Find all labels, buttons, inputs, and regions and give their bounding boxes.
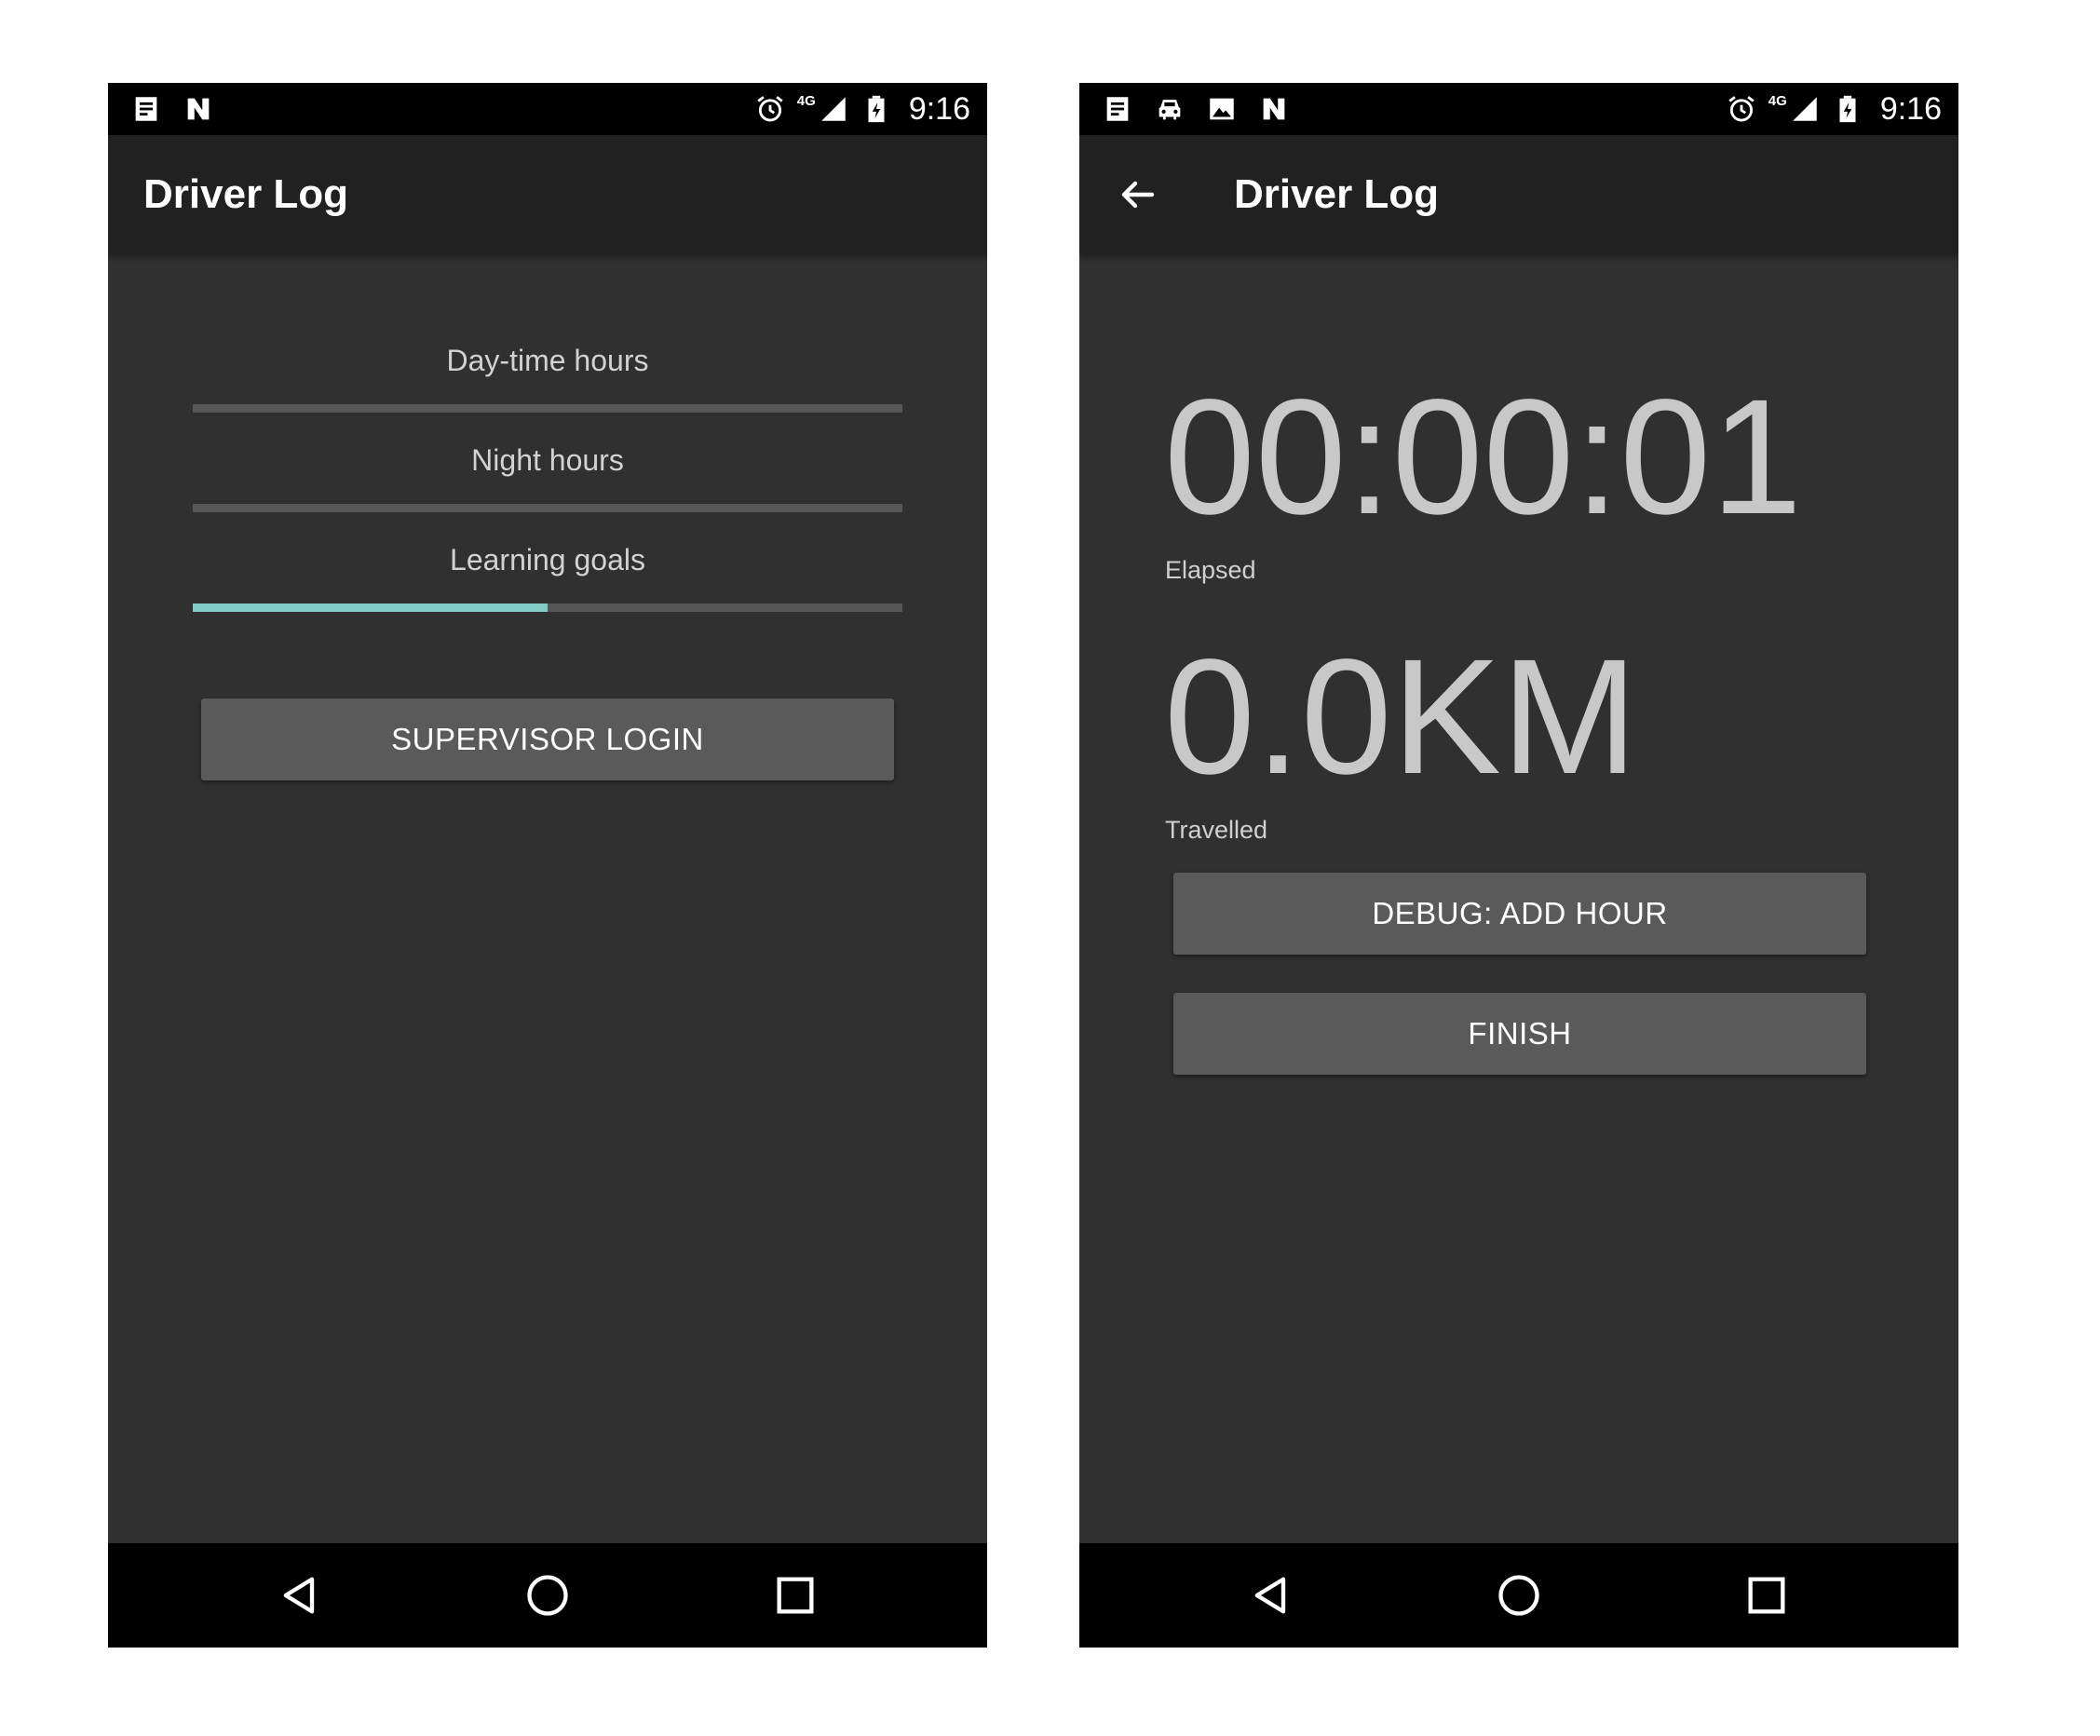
status-bar: 4G 9:16 — [108, 83, 987, 135]
clock-time: 9:16 — [1879, 90, 1942, 127]
signal-icon — [818, 93, 849, 125]
night-hours-label: Night hours — [471, 443, 624, 477]
document-icon — [130, 93, 162, 125]
signal-icon — [1789, 93, 1821, 125]
recents-square-icon[interactable] — [1741, 1569, 1793, 1621]
status-bar: 4G 9:16 — [1079, 83, 1958, 135]
n-icon — [183, 93, 214, 125]
app-title: Driver Log — [143, 171, 349, 217]
network-type-label: 4G — [1768, 92, 1787, 109]
clock-time: 9:16 — [908, 90, 970, 127]
recents-square-icon[interactable] — [769, 1569, 821, 1621]
elapsed-caption: Elapsed — [1165, 556, 1256, 584]
back-triangle-icon[interactable] — [274, 1569, 326, 1621]
daytime-hours-label: Day-time hours — [446, 344, 649, 377]
app-title: Driver Log — [1234, 171, 1440, 217]
supervisor-login-button[interactable]: SUPERVISOR LOGIN — [201, 698, 894, 780]
night-hours-progress-bar — [193, 504, 902, 512]
finish-button[interactable]: FINISH — [1173, 993, 1866, 1075]
alarm-icon — [1726, 93, 1757, 125]
elapsed-time-value: 00:00:01 — [1164, 366, 1803, 549]
phone-screen-home: 4G 9:16 Driver Log Day-time hours Night … — [108, 83, 987, 1648]
alarm-icon — [754, 93, 786, 125]
learning-goals-progress-fill — [193, 604, 548, 612]
battery-charging-icon — [860, 93, 892, 125]
back-triangle-icon[interactable] — [1245, 1569, 1297, 1621]
debug-add-hour-button[interactable]: DEBUG: ADD HOUR — [1173, 873, 1866, 955]
car-icon — [1154, 93, 1185, 125]
n-icon — [1258, 93, 1290, 125]
home-circle-icon[interactable] — [522, 1569, 574, 1621]
battery-charging-icon — [1832, 93, 1863, 125]
phone-screen-trip: 4G 9:16 Driver Log 00:00:01 Elapsed 0.0K… — [1079, 83, 1958, 1648]
navigation-bar — [1079, 1543, 1958, 1648]
learning-goals-label: Learning goals — [450, 543, 645, 576]
travelled-caption: Travelled — [1165, 816, 1268, 844]
back-arrow-icon[interactable] — [1111, 169, 1163, 221]
image-icon — [1206, 93, 1238, 125]
learning-goals-progress-bar — [193, 604, 902, 612]
home-circle-icon[interactable] — [1493, 1569, 1545, 1621]
app-bar: Driver Log — [1079, 135, 1958, 254]
navigation-bar — [108, 1543, 987, 1648]
distance-value: 0.0KM — [1164, 626, 1638, 808]
app-bar: Driver Log — [108, 135, 987, 254]
daytime-hours-progress-bar — [193, 404, 902, 413]
network-type-label: 4G — [796, 92, 816, 109]
document-icon — [1102, 93, 1133, 125]
